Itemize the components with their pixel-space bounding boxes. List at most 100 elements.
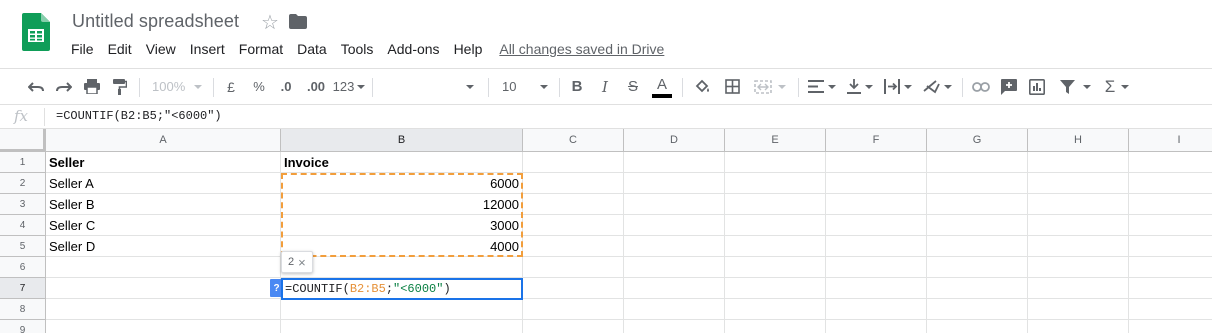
cell-f7[interactable] (826, 278, 927, 299)
cell-a8[interactable] (46, 299, 281, 320)
cell-c6[interactable] (523, 257, 624, 278)
cell-c4[interactable] (523, 215, 624, 236)
menu-format[interactable]: Format (232, 39, 290, 59)
cell-i1[interactable] (1129, 152, 1212, 173)
cell-e7[interactable] (725, 278, 826, 299)
cell-h4[interactable] (1028, 215, 1129, 236)
cell-d5[interactable] (624, 236, 725, 257)
text-wrapping-button[interactable] (881, 69, 915, 104)
insert-chart-icon[interactable] (1025, 69, 1049, 104)
cell-e5[interactable] (725, 236, 826, 257)
cell-f2[interactable] (826, 173, 927, 194)
cell-g8[interactable] (927, 299, 1028, 320)
font-size-select[interactable]: 10 (496, 69, 552, 104)
cell-g9[interactable] (927, 320, 1028, 333)
cell-a7[interactable] (46, 278, 281, 299)
row-header-8[interactable]: 8 (0, 299, 46, 320)
fill-color-icon[interactable] (690, 69, 714, 104)
cell-i8[interactable] (1129, 299, 1212, 320)
row-header-4[interactable]: 4 (0, 215, 46, 236)
italic-button[interactable]: I (594, 69, 616, 104)
redo-icon[interactable] (52, 69, 76, 104)
cell-d6[interactable] (624, 257, 725, 278)
menu-insert[interactable]: Insert (183, 39, 232, 59)
cell-d9[interactable] (624, 320, 725, 333)
cell-f8[interactable] (826, 299, 927, 320)
cell-i9[interactable] (1129, 320, 1212, 333)
cell-a3[interactable]: Seller B (46, 194, 281, 215)
cell-a1[interactable]: Seller (46, 152, 281, 173)
menu-view[interactable]: View (139, 39, 183, 59)
functions-button[interactable]: Σ (1100, 69, 1134, 104)
menu-edit[interactable]: Edit (101, 39, 139, 59)
row-header-5[interactable]: 5 (0, 236, 46, 257)
column-header-d[interactable]: D (624, 129, 725, 152)
decrease-decimal-button[interactable]: .0 (274, 69, 298, 104)
cell-c2[interactable] (523, 173, 624, 194)
percent-format-button[interactable]: % (248, 69, 270, 104)
text-color-button[interactable]: A (650, 69, 674, 104)
text-rotation-button[interactable] (919, 69, 955, 104)
cell-f1[interactable] (826, 152, 927, 173)
cell-i2[interactable] (1129, 173, 1212, 194)
cell-a2[interactable]: Seller A (46, 173, 281, 194)
cell-d3[interactable] (624, 194, 725, 215)
close-icon[interactable]: × (298, 255, 306, 270)
cell-c1[interactable] (523, 152, 624, 173)
cell-e4[interactable] (725, 215, 826, 236)
cell-f9[interactable] (826, 320, 927, 333)
print-icon[interactable] (80, 69, 104, 104)
column-header-g[interactable]: G (927, 129, 1028, 152)
cell-f4[interactable] (826, 215, 927, 236)
cell-e8[interactable] (725, 299, 826, 320)
cell-h9[interactable] (1028, 320, 1129, 333)
menu-help[interactable]: Help (447, 39, 490, 59)
cell-b9[interactable] (281, 320, 523, 333)
cell-i6[interactable] (1129, 257, 1212, 278)
cell-f6[interactable] (826, 257, 927, 278)
menu-addons[interactable]: Add-ons (380, 39, 446, 59)
column-header-c[interactable]: C (523, 129, 624, 152)
cell-c7[interactable] (523, 278, 624, 299)
cell-b2[interactable]: 6000 (281, 173, 523, 194)
cell-h8[interactable] (1028, 299, 1129, 320)
bold-button[interactable]: B (566, 69, 588, 104)
cell-c5[interactable] (523, 236, 624, 257)
cell-h7[interactable] (1028, 278, 1129, 299)
font-family-select[interactable] (380, 69, 480, 104)
cell-b1[interactable]: Invoice (281, 152, 523, 173)
row-header-9[interactable]: 9 (0, 320, 46, 333)
cell-b5[interactable]: 4000 (281, 236, 523, 257)
cell-i4[interactable] (1129, 215, 1212, 236)
cell-h1[interactable] (1028, 152, 1129, 173)
column-header-i[interactable]: I (1129, 129, 1212, 152)
column-header-f[interactable]: F (826, 129, 927, 152)
folder-icon[interactable] (289, 14, 307, 34)
menu-file[interactable]: File (64, 39, 101, 59)
active-cell-editor[interactable]: =COUNTIF(B2:B5; "<6000") (281, 278, 523, 300)
cell-h5[interactable] (1028, 236, 1129, 257)
cell-g7[interactable] (927, 278, 1028, 299)
cell-a4[interactable]: Seller C (46, 215, 281, 236)
row-header-1[interactable]: 1 (0, 152, 46, 173)
undo-icon[interactable] (24, 69, 48, 104)
cell-g3[interactable] (927, 194, 1028, 215)
cell-g1[interactable] (927, 152, 1028, 173)
row-header-7[interactable]: 7 (0, 278, 46, 299)
cell-d2[interactable] (624, 173, 725, 194)
row-header-6[interactable]: 6 (0, 257, 46, 278)
cell-f3[interactable] (826, 194, 927, 215)
merge-cells-button[interactable] (750, 69, 790, 104)
row-header-3[interactable]: 3 (0, 194, 46, 215)
more-formats-button[interactable]: 123 (332, 69, 366, 104)
cell-a5[interactable]: Seller D (46, 236, 281, 257)
star-icon[interactable]: ☆ (261, 10, 279, 35)
increase-decimal-button[interactable]: .00 (302, 69, 330, 104)
cell-a9[interactable] (46, 320, 281, 333)
cell-g2[interactable] (927, 173, 1028, 194)
cell-g5[interactable] (927, 236, 1028, 257)
document-title[interactable]: Untitled spreadsheet (72, 11, 239, 32)
filter-button[interactable] (1054, 69, 1096, 104)
cell-h6[interactable] (1028, 257, 1129, 278)
cell-c3[interactable] (523, 194, 624, 215)
